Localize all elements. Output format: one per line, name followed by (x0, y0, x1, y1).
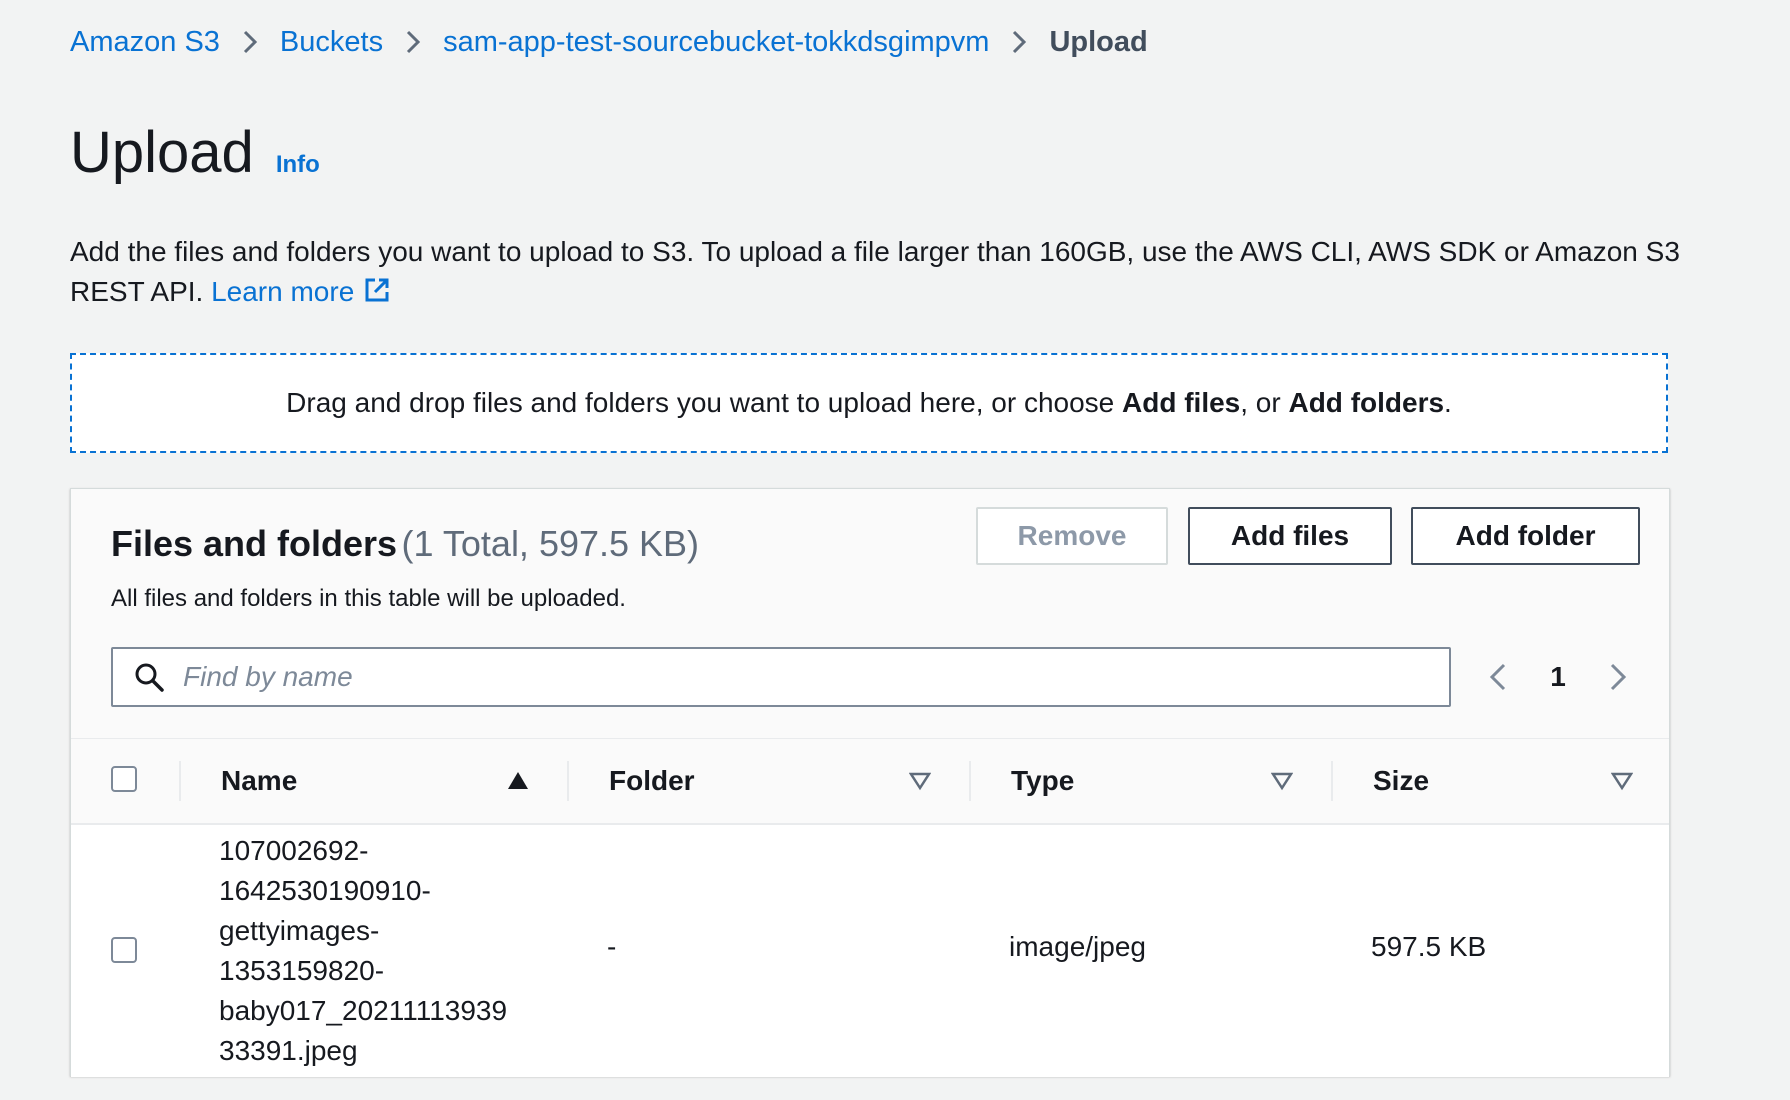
remove-button[interactable]: Remove (976, 507, 1168, 565)
drop-zone-suffix: . (1444, 387, 1452, 418)
column-divider (1331, 761, 1333, 801)
files-and-folders-panel: Files and folders (1 Total, 597.5 KB) Al… (70, 488, 1670, 1077)
caret-down-outline-icon[interactable] (1611, 770, 1633, 792)
column-header-size[interactable]: Size (1373, 739, 1429, 823)
type-cell: image/jpeg (1009, 931, 1146, 962)
page-header: Upload Info (70, 118, 320, 188)
select-all-checkbox[interactable] (111, 766, 137, 792)
chevron-right-icon (220, 28, 280, 56)
file-name-line: gettyimages- (219, 915, 380, 946)
chevron-right-icon[interactable] (1603, 659, 1633, 695)
breadcrumb-buckets[interactable]: Buckets (280, 22, 383, 62)
file-name-line: 1642530190910- (219, 875, 431, 906)
breadcrumb-amazon-s3[interactable]: Amazon S3 (70, 22, 220, 62)
column-header-folder[interactable]: Folder (609, 739, 695, 823)
search-box[interactable] (111, 647, 1451, 707)
file-name-line: 1353159820- (219, 955, 385, 986)
files-table: Name Folder Type Size 107002692- 1642530… (71, 738, 1669, 1077)
file-name-line: 107002692- (219, 835, 369, 866)
search-icon (135, 663, 164, 692)
external-link-icon (365, 278, 389, 302)
file-name-cell: 107002692- 1642530190910- gettyimages- 1… (219, 831, 539, 1071)
page-number[interactable]: 1 (1513, 661, 1603, 693)
chevron-right-icon (989, 28, 1049, 56)
row-checkbox[interactable] (111, 937, 137, 963)
column-divider (969, 761, 971, 801)
panel-count: (1 Total, 597.5 KB) (401, 523, 700, 564)
column-header-type[interactable]: Type (1011, 739, 1074, 823)
table-header: Name Folder Type Size (71, 738, 1669, 825)
breadcrumb: Amazon S3 Buckets sam-app-test-sourcebuc… (70, 22, 1148, 62)
file-name-line: baby017_20211113939 (219, 995, 508, 1026)
info-link[interactable]: Info (276, 151, 320, 179)
drop-zone-prefix: Drag and drop files and folders you want… (286, 387, 1123, 418)
table-row[interactable]: 107002692- 1642530190910- gettyimages- 1… (71, 825, 1669, 1077)
drop-zone-middle: , or (1240, 387, 1289, 418)
learn-more-link[interactable]: Learn more (211, 276, 392, 307)
panel-header: Files and folders (1 Total, 597.5 KB) (111, 523, 699, 565)
pagination: 1 (1483, 647, 1633, 707)
add-folder-button[interactable]: Add folder (1411, 507, 1640, 565)
column-divider (179, 761, 181, 801)
panel-subtitle: All files and folders in this table will… (111, 585, 626, 612)
upload-page: Amazon S3 Buckets sam-app-test-sourcebuc… (0, 0, 1790, 1100)
panel-title: Files and folders (111, 523, 398, 564)
drop-zone-add-files: Add files (1122, 387, 1241, 418)
add-files-button[interactable]: Add files (1188, 507, 1392, 565)
drop-zone-text: Drag and drop files and folders you want… (286, 387, 1452, 419)
caret-up-filled-icon[interactable] (507, 770, 529, 792)
breadcrumb-current: Upload (1049, 26, 1148, 58)
search-input[interactable] (181, 660, 1385, 694)
drop-zone-add-folders: Add folders (1288, 387, 1445, 418)
column-header-name[interactable]: Name (221, 739, 297, 823)
breadcrumb-bucket-name[interactable]: sam-app-test-sourcebucket-tokkdsgimpvm (443, 22, 989, 62)
caret-down-outline-icon[interactable] (909, 770, 931, 792)
chevron-right-icon (383, 28, 443, 56)
column-divider (567, 761, 569, 801)
caret-down-outline-icon[interactable] (1271, 770, 1293, 792)
page-description: Add the files and folders you want to up… (70, 232, 1700, 312)
folder-cell: - (607, 931, 617, 962)
file-name-line: 33391.jpeg (219, 1035, 358, 1066)
chevron-left-icon[interactable] (1483, 659, 1513, 695)
page-title: Upload (70, 120, 254, 185)
learn-more-label: Learn more (211, 276, 355, 307)
size-cell: 597.5 KB (1371, 931, 1487, 962)
drop-zone[interactable]: Drag and drop files and folders you want… (70, 353, 1668, 453)
